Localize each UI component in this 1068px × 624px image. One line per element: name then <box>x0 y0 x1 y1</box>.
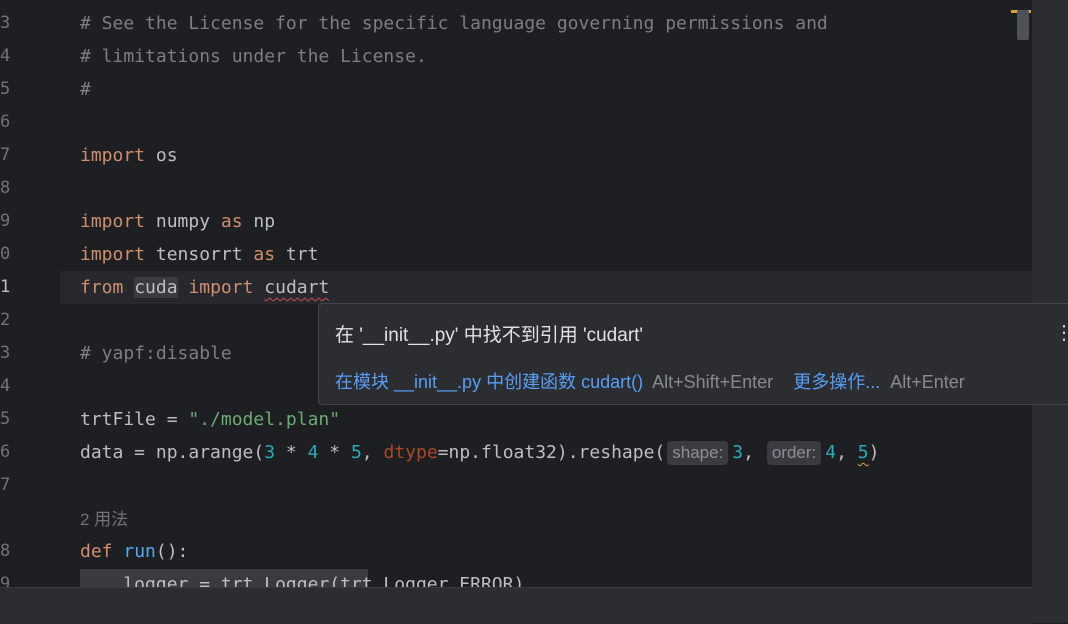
code-line-current[interactable]: from cuda import cudart <box>80 271 329 304</box>
popup-error-message: 在 '__init__.py' 中找不到引用 'cudart' <box>335 325 644 346</box>
code-text: , <box>361 442 384 463</box>
code-line[interactable]: # yapf:disable <box>80 337 232 370</box>
code-text: =np.float32).reshape( <box>437 442 666 463</box>
code-line[interactable]: # <box>80 73 91 106</box>
keyword: as <box>253 244 276 265</box>
line-number-active: 1 <box>0 277 11 297</box>
keyword: as <box>220 211 243 232</box>
number: 4 <box>825 442 837 463</box>
quick-fix-popup: 在 '__init__.py' 中找不到引用 'cudart' ⋮ 在模块 __… <box>318 303 1068 405</box>
code-text: , <box>743 442 765 463</box>
more-actions-link[interactable]: 更多操作... <box>793 372 880 392</box>
code-line[interactable]: import os <box>80 139 178 172</box>
code-text: numpy <box>145 211 221 232</box>
line-number: 7 <box>0 475 11 495</box>
keyword: import <box>188 277 254 298</box>
number: 4 <box>307 442 319 463</box>
code-text: tensorrt <box>145 244 254 265</box>
line-number-gutter: 3 4 5 6 7 8 9 0 1 2 3 4 5 6 7 8 9 <box>0 0 60 587</box>
module-cuda-highlight[interactable]: cuda <box>134 277 178 298</box>
code-line[interactable]: data = np.arange(3 * 4 * 5, dtype=np.flo… <box>80 436 879 469</box>
code-line[interactable]: import tensorrt as trt <box>80 238 318 271</box>
line-number: 5 <box>0 79 11 99</box>
shortcut-label: Alt+Shift+Enter <box>652 372 774 392</box>
code-text: , <box>836 442 858 463</box>
vertical-scrollbar-thumb[interactable] <box>1017 10 1029 40</box>
number: 5 <box>350 442 362 463</box>
keyword: import <box>80 244 146 265</box>
code-line[interactable]: # limitations under the License. <box>80 40 427 73</box>
line-number: 8 <box>0 178 11 198</box>
number: 3 <box>732 442 744 463</box>
code-editor[interactable]: 3 4 5 6 7 8 9 0 1 2 3 4 5 6 7 8 9 # See … <box>0 0 1032 587</box>
code-text: data = np.arange( <box>80 442 265 463</box>
code-text: (): <box>155 541 189 562</box>
code-text: trtFile = <box>80 409 189 430</box>
function-name: run <box>123 541 156 562</box>
line-number: 4 <box>0 46 11 66</box>
keyword: def <box>80 541 113 562</box>
line-number: 6 <box>0 442 11 462</box>
keyword: from <box>80 277 124 298</box>
line-number: 4 <box>0 376 11 396</box>
line-number: 7 <box>0 145 11 165</box>
parameter-hint-order: order: <box>766 441 822 465</box>
code-line[interactable]: # See the License for the specific langu… <box>80 7 828 40</box>
create-function-action[interactable]: 在模块 __init__.py 中创建函数 cudart() <box>335 372 643 392</box>
unresolved-reference-cudart[interactable]: cudart <box>264 277 329 298</box>
shortcut-label: Alt+Enter <box>890 372 965 392</box>
keyword: import <box>80 211 146 232</box>
usages-inlay[interactable]: 2 用法 <box>80 505 128 535</box>
number-warning[interactable]: 5 <box>858 442 869 463</box>
kebab-icon[interactable]: ⋮ <box>1054 320 1068 345</box>
line-number: 9 <box>0 574 11 587</box>
code-text: os <box>145 145 178 166</box>
code-text: * <box>318 442 351 463</box>
string-literal: "./model.plan" <box>188 409 341 430</box>
line-number: 9 <box>0 211 11 231</box>
code-line[interactable]: import numpy as np <box>80 205 275 238</box>
line-number: 2 <box>0 310 11 330</box>
code-line[interactable]: trtFile = "./model.plan" <box>80 403 340 436</box>
line-number: 0 <box>0 244 11 264</box>
code-text: trt <box>275 244 319 265</box>
code-line[interactable]: def run(): <box>80 535 188 568</box>
parameter-hint-shape: shape: <box>667 441 729 465</box>
number: 3 <box>264 442 276 463</box>
line-number: 3 <box>0 13 11 33</box>
line-number: 5 <box>0 409 11 429</box>
code-text: np <box>242 211 276 232</box>
code-line-partial[interactable]: logger = trt.Logger(trt.Logger.ERROR) <box>80 568 524 587</box>
line-number: 6 <box>0 112 11 132</box>
keyword: import <box>80 145 146 166</box>
status-bar <box>0 587 1032 624</box>
popup-actions: 在模块 __init__.py 中创建函数 cudart() Alt+Shift… <box>335 368 965 394</box>
code-text: * <box>275 442 308 463</box>
code-text: ) <box>868 442 880 463</box>
line-number: 3 <box>0 343 11 363</box>
line-number: 8 <box>0 541 11 561</box>
keyword-argument: dtype <box>383 442 438 463</box>
